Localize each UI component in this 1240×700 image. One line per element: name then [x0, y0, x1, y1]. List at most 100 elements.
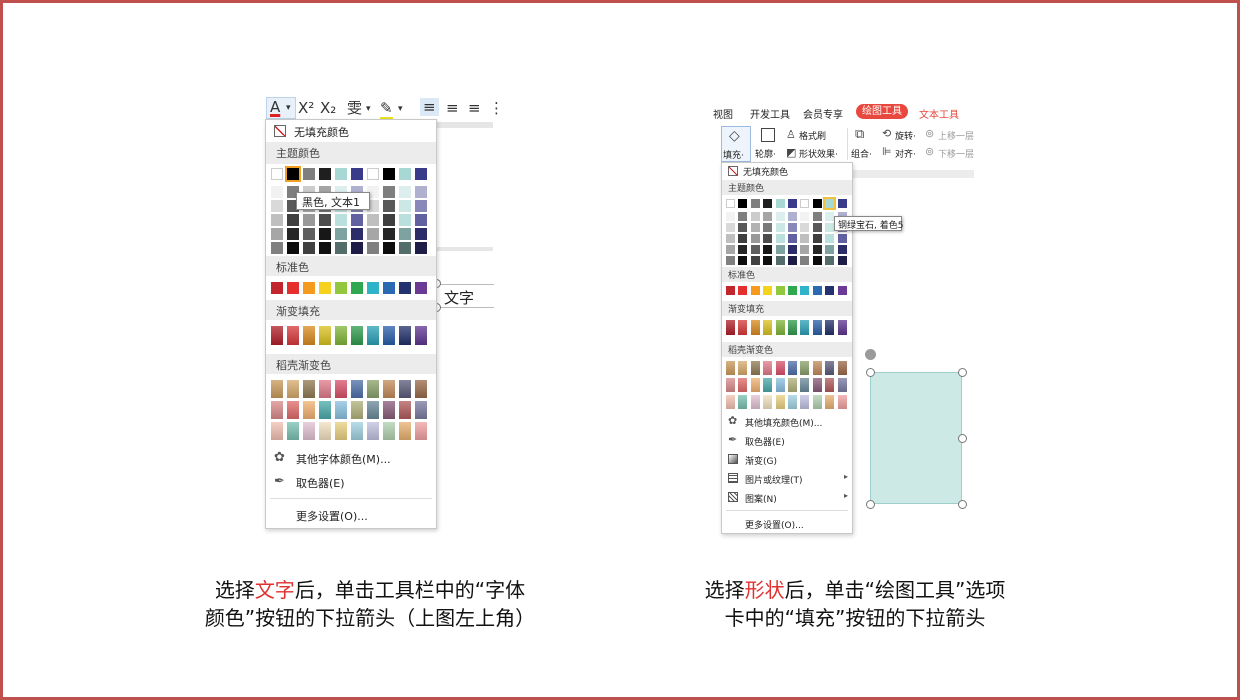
- shell-gradient-swatch[interactable]: [271, 380, 283, 398]
- theme-shade-swatch[interactable]: [825, 212, 835, 221]
- resize-handle[interactable]: [958, 368, 967, 377]
- theme-shade-swatch[interactable]: [788, 245, 797, 254]
- shell-gradient-swatch[interactable]: [287, 422, 299, 440]
- shell-gradient-swatch[interactable]: [726, 361, 735, 375]
- theme-shade-swatch[interactable]: [287, 214, 299, 226]
- theme-shade-swatch[interactable]: [383, 200, 395, 212]
- align-center-icon[interactable]: ≡: [446, 99, 459, 117]
- eyedropper-item[interactable]: ✒ 取色器(E): [722, 432, 852, 450]
- shell-gradient-swatch[interactable]: [750, 361, 760, 375]
- theme-shade-swatch[interactable]: [335, 242, 347, 254]
- shell-gradient-swatch[interactable]: [415, 380, 427, 398]
- theme-shade-swatch[interactable]: [812, 212, 822, 221]
- shell-gradient-swatch[interactable]: [319, 422, 331, 440]
- theme-shade-swatch[interactable]: [738, 245, 748, 254]
- shell-gradient-swatch[interactable]: [763, 395, 773, 409]
- theme-shade-swatch[interactable]: [738, 234, 748, 243]
- move-down-label[interactable]: 下移一层: [938, 147, 974, 160]
- shell-gradient-swatch[interactable]: [271, 401, 283, 419]
- theme-shade-swatch[interactable]: [335, 228, 347, 240]
- gradient-fill-swatch[interactable]: [319, 326, 331, 345]
- theme-shade-swatch[interactable]: [271, 214, 283, 226]
- theme-shade-swatch[interactable]: [825, 245, 835, 254]
- theme-color-swatch[interactable]: [335, 168, 347, 180]
- shell-gradient-swatch[interactable]: [351, 401, 363, 419]
- theme-color-swatch[interactable]: [415, 168, 427, 180]
- standard-color-swatch[interactable]: [335, 282, 347, 294]
- move-up-icon[interactable]: ⊚: [925, 127, 934, 140]
- theme-color-swatch[interactable]: [800, 199, 810, 208]
- theme-color-swatch[interactable]: [823, 197, 837, 210]
- gradient-fill-swatch[interactable]: [415, 326, 427, 345]
- standard-color-swatch[interactable]: [271, 282, 283, 294]
- standard-color-swatch[interactable]: [825, 286, 835, 295]
- shell-gradient-swatch[interactable]: [738, 361, 748, 375]
- theme-shade-swatch[interactable]: [800, 212, 810, 221]
- theme-shade-swatch[interactable]: [775, 223, 785, 232]
- theme-color-swatch[interactable]: [738, 199, 748, 208]
- theme-shade-swatch[interactable]: [399, 228, 411, 240]
- theme-shade-swatch[interactable]: [271, 186, 283, 198]
- align-right-icon[interactable]: ≡: [468, 99, 481, 117]
- shell-gradient-swatch[interactable]: [383, 422, 395, 440]
- theme-color-swatch[interactable]: [271, 168, 283, 180]
- theme-shade-swatch[interactable]: [788, 256, 797, 265]
- theme-color-swatch[interactable]: [788, 199, 797, 208]
- theme-color-swatch[interactable]: [837, 199, 847, 208]
- shell-gradient-swatch[interactable]: [750, 395, 760, 409]
- no-fill-item[interactable]: 无填充颜色: [722, 164, 852, 179]
- shell-gradient-swatch[interactable]: [738, 395, 748, 409]
- standard-color-swatch[interactable]: [738, 286, 748, 295]
- rotate-icon[interactable]: ⟲: [882, 127, 891, 140]
- shell-gradient-swatch[interactable]: [775, 395, 785, 409]
- shell-gradient-swatch[interactable]: [303, 380, 315, 398]
- gradient-fill-swatch[interactable]: [351, 326, 363, 345]
- dropdown-arrow-icon[interactable]: ▾: [398, 100, 403, 118]
- shell-gradient-swatch[interactable]: [303, 401, 315, 419]
- theme-color-swatch[interactable]: [319, 168, 331, 180]
- standard-color-swatch[interactable]: [287, 282, 299, 294]
- more-font-colors-item[interactable]: ✿ 其他字体颜色(M)...: [266, 448, 436, 470]
- theme-shade-swatch[interactable]: [750, 212, 760, 221]
- shell-gradient-swatch[interactable]: [383, 380, 395, 398]
- no-fill-item[interactable]: 无填充颜色: [266, 122, 436, 142]
- shell-gradient-swatch[interactable]: [367, 422, 379, 440]
- theme-shade-swatch[interactable]: [303, 228, 315, 240]
- theme-shade-swatch[interactable]: [726, 223, 735, 232]
- standard-color-swatch[interactable]: [775, 286, 785, 295]
- theme-shade-swatch[interactable]: [800, 223, 810, 232]
- highlight-icon[interactable]: ✎: [380, 99, 393, 120]
- theme-shade-swatch[interactable]: [399, 186, 411, 198]
- standard-color-swatch[interactable]: [788, 286, 797, 295]
- standard-color-swatch[interactable]: [303, 282, 315, 294]
- theme-shade-swatch[interactable]: [775, 245, 785, 254]
- standard-color-swatch[interactable]: [812, 286, 822, 295]
- theme-shade-swatch[interactable]: [319, 214, 331, 226]
- theme-shade-swatch[interactable]: [726, 234, 735, 243]
- theme-shade-swatch[interactable]: [837, 245, 847, 254]
- standard-color-swatch[interactable]: [399, 282, 411, 294]
- theme-shade-swatch[interactable]: [738, 223, 748, 232]
- shell-gradient-swatch[interactable]: [788, 395, 797, 409]
- theme-shade-swatch[interactable]: [812, 234, 822, 243]
- shell-gradient-swatch[interactable]: [763, 361, 773, 375]
- shell-gradient-swatch[interactable]: [837, 395, 847, 409]
- shell-gradient-swatch[interactable]: [335, 401, 347, 419]
- theme-shade-swatch[interactable]: [763, 245, 773, 254]
- theme-shade-swatch[interactable]: [775, 212, 785, 221]
- gradient-fill-swatch[interactable]: [738, 320, 748, 335]
- theme-shade-swatch[interactable]: [738, 256, 748, 265]
- theme-shade-swatch[interactable]: [763, 234, 773, 243]
- shell-gradient-swatch[interactable]: [825, 361, 835, 375]
- subscript-icon[interactable]: X₂: [320, 99, 336, 117]
- theme-shade-swatch[interactable]: [800, 234, 810, 243]
- theme-shade-swatch[interactable]: [399, 214, 411, 226]
- theme-shade-swatch[interactable]: [788, 223, 797, 232]
- gradient-fill-swatch[interactable]: [367, 326, 379, 345]
- standard-color-swatch[interactable]: [837, 286, 847, 295]
- font-color-button[interactable]: A ▾: [266, 97, 296, 119]
- gradient-fill-swatch[interactable]: [271, 326, 283, 345]
- shell-gradient-swatch[interactable]: [775, 378, 785, 392]
- theme-shade-swatch[interactable]: [415, 200, 427, 212]
- shell-gradient-swatch[interactable]: [800, 395, 810, 409]
